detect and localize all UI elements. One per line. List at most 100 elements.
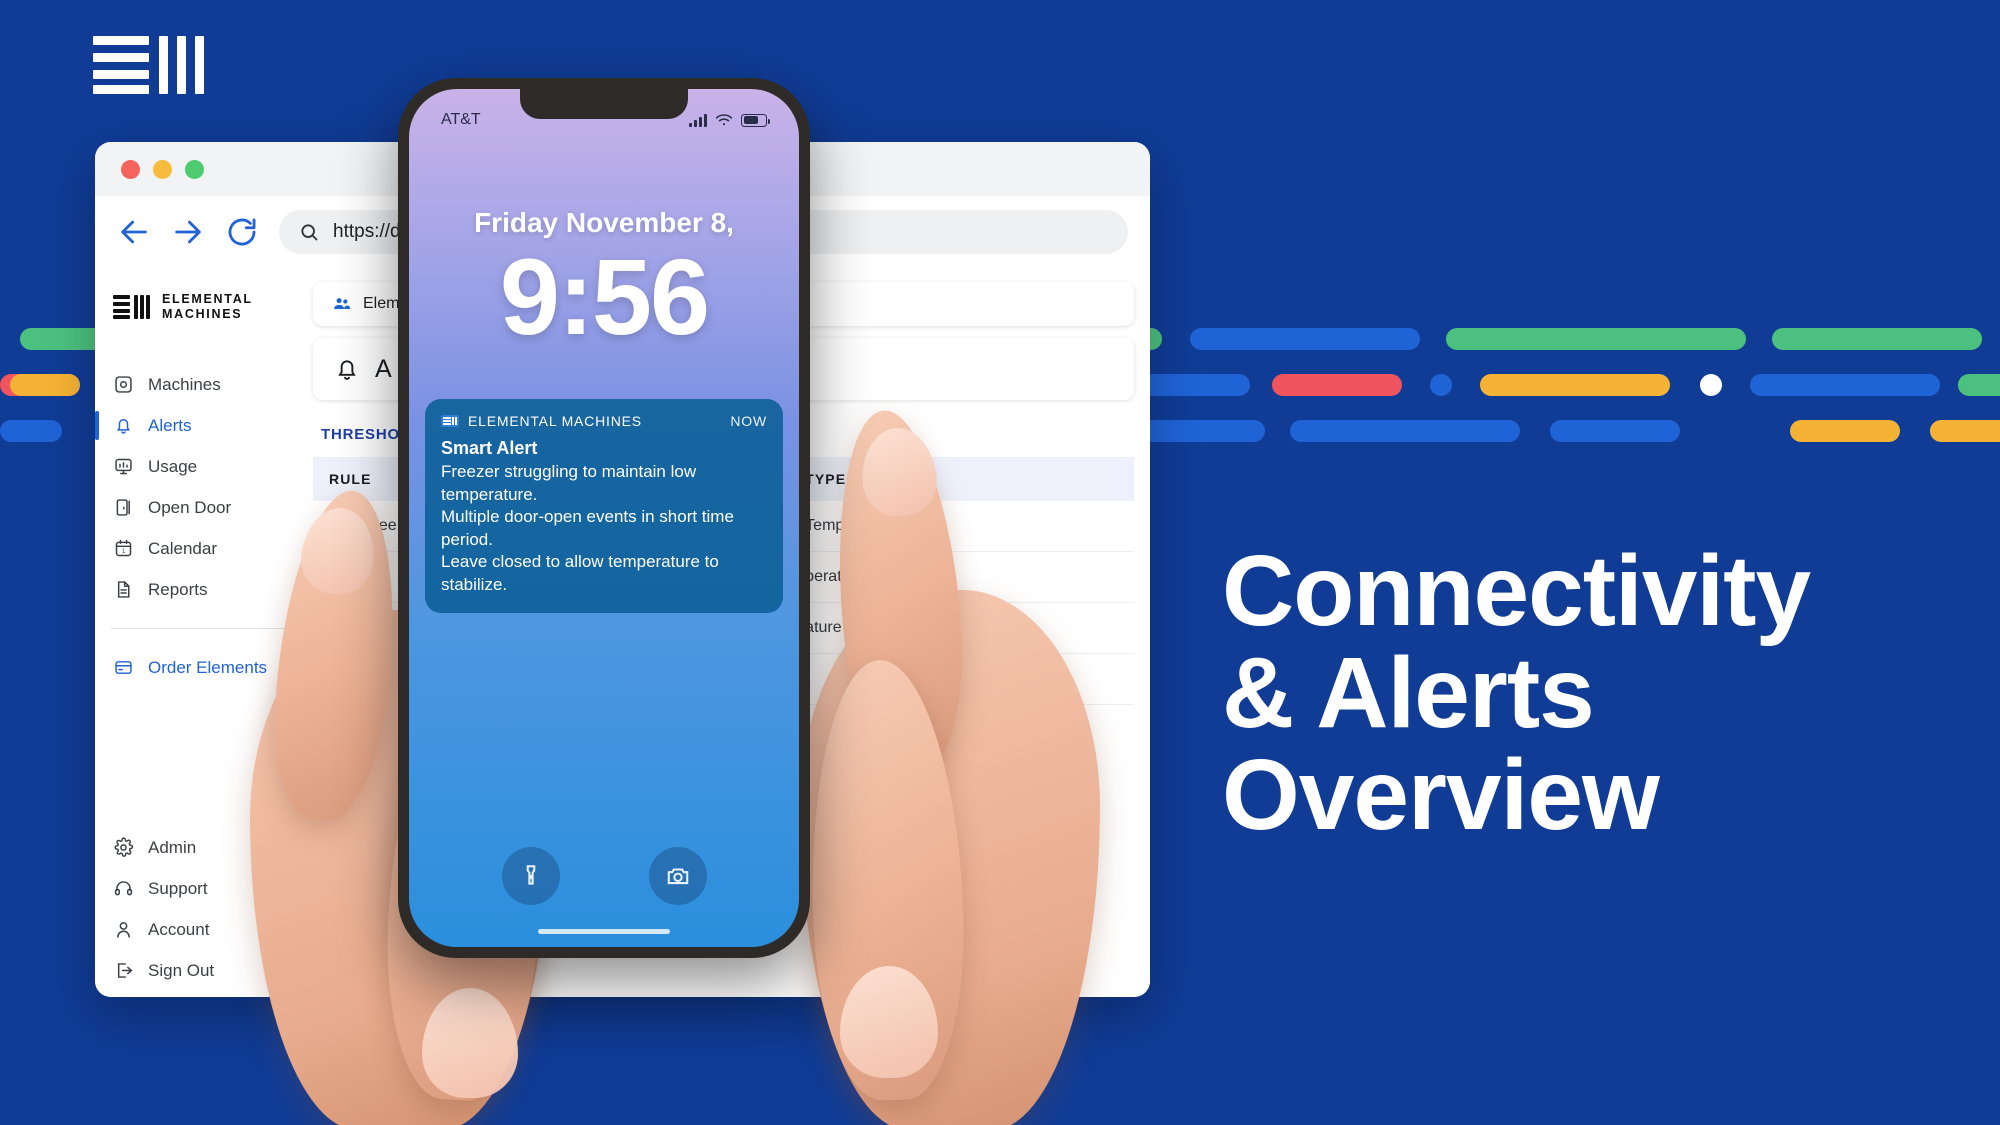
person-icon [117, 922, 130, 938]
dash [1480, 374, 1670, 396]
sidebar: ELEMENTAL MACHINES Machines Alerts Usage [95, 268, 303, 997]
camera-icon [667, 868, 688, 885]
sidebar-primary-nav: Machines Alerts Usage Open Door 1 Calend… [95, 364, 303, 610]
dash [0, 374, 80, 396]
dash [1272, 374, 1402, 396]
sidebar-item-reports[interactable]: Reports [95, 569, 303, 610]
search-icon [301, 224, 318, 241]
cell-type: perature [789, 551, 1134, 603]
notification-header: ELEMENTAL MACHINES NOW [441, 413, 767, 429]
sidebar-item-support[interactable]: Support [95, 868, 303, 909]
notification-timestamp: NOW [730, 413, 767, 429]
dash [0, 420, 62, 442]
flashlight-icon [526, 865, 535, 885]
sidebar-item-open-door[interactable]: Open Door [95, 487, 303, 528]
lock-screen-actions [409, 847, 799, 905]
sidebar-brand-name: ELEMENTAL MACHINES [162, 292, 253, 322]
column-header-type: TYPE [789, 457, 1134, 501]
notification-card[interactable]: ELEMENTAL MACHINES NOW Smart Alert Freez… [425, 399, 783, 613]
sidebar-label: Support [148, 878, 208, 898]
headline-line-3: Overview [1222, 739, 1660, 851]
carrier-label: AT&T [441, 111, 481, 128]
people-icon [334, 298, 351, 309]
sidebar-item-sign-out[interactable]: Sign Out [95, 950, 303, 991]
notification-body-line-2: Multiple door-open events in short time … [441, 507, 734, 549]
notification-app-name: ELEMENTAL MACHINES [468, 413, 642, 429]
dash [1290, 420, 1520, 442]
cell-type: ature [789, 602, 1134, 654]
sidebar-label: Account [148, 919, 210, 939]
sidebar-logo: ELEMENTAL MACHINES [95, 292, 303, 322]
sign-out-icon [117, 963, 133, 978]
sidebar-item-usage[interactable]: Usage [95, 446, 303, 487]
window-close-button[interactable] [121, 159, 140, 179]
sidebar-item-order-elements[interactable]: Order Elements [95, 647, 303, 688]
notification-body: Freezer struggling to maintain low tempe… [441, 461, 767, 597]
sidebar-item-account[interactable]: Account [95, 909, 303, 950]
sidebar-item-calendar[interactable]: 1 Calendar [95, 528, 303, 569]
sidebar-divider [111, 628, 287, 629]
sidebar-label: Sign Out [148, 960, 215, 980]
page-title: A [375, 354, 392, 383]
window-maximize-button[interactable] [185, 159, 204, 179]
dash [1750, 374, 1940, 396]
dash [1190, 328, 1420, 350]
sidebar-item-admin[interactable]: Admin [95, 827, 303, 868]
card-icon [115, 661, 132, 674]
elemental-machines-mark-icon [113, 295, 151, 319]
notification-body-line-3: Leave closed to allow temperature to sta… [441, 552, 719, 595]
brand-line-2: MACHINES [162, 307, 243, 321]
dash [1958, 374, 2000, 396]
brand-line-1: ELEMENTAL [162, 292, 253, 306]
sidebar-label: Admin [148, 837, 197, 857]
sidebar-label: Order Elements [148, 657, 268, 677]
arrow-right-icon[interactable] [171, 215, 205, 249]
window-minimize-button[interactable] [153, 159, 172, 179]
elemental-machines-logo [93, 36, 217, 94]
tab-thresholds[interactable]: THRESHO [321, 426, 400, 443]
calendar-icon: 1 [115, 539, 132, 557]
headset-icon [114, 881, 133, 896]
dash [1772, 328, 1982, 350]
reports-icon [117, 581, 130, 598]
usage-monitor-icon [115, 458, 132, 475]
reload-icon[interactable] [225, 215, 259, 249]
dash [1790, 420, 1900, 442]
machines-icon [115, 376, 132, 393]
headline-line-2: & Alerts [1222, 637, 1595, 749]
svg-text:1: 1 [122, 548, 126, 555]
lock-screen-time: 9:56 [499, 236, 710, 357]
sidebar-secondary-nav: Admin Support Account Sign Out [95, 827, 303, 997]
signal-bars-icon [689, 113, 707, 127]
bell-icon [338, 360, 356, 380]
dash [1550, 420, 1680, 442]
dash [1446, 328, 1746, 350]
camera-button[interactable] [648, 847, 707, 905]
flashlight-button[interactable] [501, 847, 560, 905]
left-thumb-nail [422, 988, 518, 1098]
dash [10, 374, 80, 396]
sidebar-item-alerts[interactable]: Alerts [95, 405, 303, 446]
arrow-left-icon[interactable] [117, 215, 151, 249]
sidebar-label: Usage [148, 456, 198, 476]
cell-type: Temperature [789, 501, 1134, 552]
door-icon [116, 499, 130, 516]
gear-icon [114, 837, 134, 857]
org-selector-label: Elem [363, 295, 400, 312]
dot [1700, 374, 1722, 396]
phone-screen: AT&T Friday November 8, 9:56 ELEMENTAL M… [409, 89, 799, 947]
sidebar-label: Reports [148, 579, 208, 599]
notification-body-line-1: Freezer struggling to maintain low tempe… [441, 462, 697, 504]
headline-line-1: Connectivity [1222, 535, 1811, 647]
phone-status-bar: AT&T [409, 111, 799, 129]
battery-icon [741, 113, 770, 127]
status-icons [689, 113, 770, 127]
sidebar-item-machines[interactable]: Machines [95, 364, 303, 405]
notification-title: Smart Alert [441, 438, 538, 458]
dash [1930, 420, 2000, 442]
bell-icon [116, 418, 131, 434]
headline: Connectivity & Alerts Overview [1222, 540, 1922, 846]
wifi-icon [715, 114, 733, 126]
sidebar-label: Machines [148, 374, 221, 394]
sidebar-label: Open Door [148, 497, 232, 517]
